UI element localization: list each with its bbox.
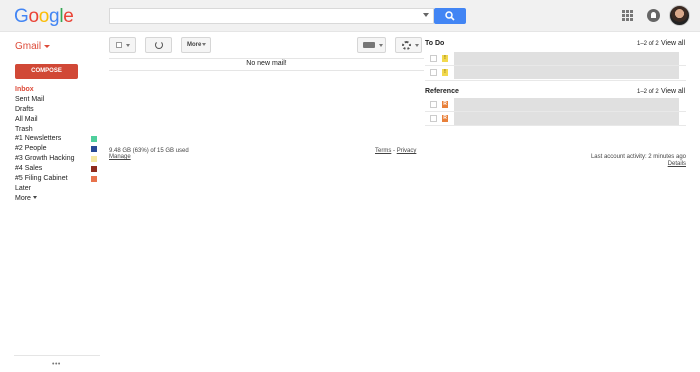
more-options-icon[interactable]: ••• bbox=[52, 361, 61, 368]
chevron-down-icon bbox=[44, 44, 51, 48]
sidebar-nav: Inbox Sent Mail Drafts All Mail Trash #1… bbox=[15, 85, 100, 204]
refresh-button[interactable] bbox=[145, 37, 172, 53]
label-color-swatch[interactable] bbox=[91, 156, 97, 163]
reference-marker-icon[interactable]: R bbox=[442, 101, 448, 108]
importance-marker-icon[interactable]: ! bbox=[442, 69, 448, 76]
apps-grid-icon[interactable] bbox=[622, 10, 633, 21]
sidebar-item-label: Later bbox=[15, 184, 31, 192]
checkbox-icon bbox=[116, 42, 122, 48]
gmail-label: Gmail bbox=[15, 41, 42, 52]
more-actions-button[interactable]: More bbox=[181, 37, 211, 53]
divider bbox=[14, 355, 100, 356]
sidebar-item-label: #5 Filing Cabinet bbox=[15, 175, 68, 183]
search-options-chevron-icon[interactable] bbox=[423, 13, 429, 17]
sidebar-item-newsletters[interactable]: #1 Newsletters bbox=[15, 134, 100, 144]
message-placeholder[interactable] bbox=[454, 52, 679, 65]
panel-count: 1–2 of 2 bbox=[637, 41, 659, 47]
view-all-link[interactable]: View all bbox=[661, 40, 685, 47]
sidebar-item-people[interactable]: #2 People bbox=[15, 144, 100, 154]
sidebar-item-sales[interactable]: #4 Sales bbox=[15, 164, 100, 174]
list-item[interactable]: R bbox=[425, 98, 686, 111]
sidebar-item-label: All Mail bbox=[15, 115, 38, 123]
top-bar: Google bbox=[0, 0, 700, 32]
sidebar-item-drafts[interactable]: Drafts bbox=[15, 105, 100, 115]
label-color-swatch[interactable] bbox=[91, 146, 97, 153]
last-activity-text: Last account activity: 2 minutes ago bbox=[590, 154, 686, 160]
sidebar-item-sent-mail[interactable]: Sent Mail bbox=[15, 95, 100, 105]
sidebar-item-all-mail[interactable]: All Mail bbox=[15, 115, 100, 125]
chevron-down-icon bbox=[415, 44, 419, 47]
refresh-icon bbox=[155, 41, 163, 49]
message-placeholder[interactable] bbox=[454, 66, 679, 79]
panel-title-todo: To Do bbox=[425, 40, 445, 47]
sidebar-item-label: #1 Newsletters bbox=[15, 135, 62, 143]
keyboard-icon bbox=[363, 42, 375, 48]
list-item[interactable]: ! bbox=[425, 52, 686, 65]
sidebar-item-label: Trash bbox=[15, 125, 33, 133]
label-color-swatch[interactable] bbox=[91, 136, 97, 143]
label-color-swatch[interactable] bbox=[91, 166, 97, 173]
sidebar-item-more[interactable]: More bbox=[15, 194, 100, 204]
chevron-down-icon bbox=[379, 44, 383, 47]
privacy-link[interactable]: Privacy bbox=[397, 148, 417, 154]
manage-storage-link[interactable]: Manage bbox=[109, 154, 131, 160]
importance-marker-icon[interactable]: ! bbox=[442, 55, 448, 62]
sidebar-item-growth-hacking[interactable]: #3 Growth Hacking bbox=[15, 154, 100, 164]
divider bbox=[109, 70, 424, 71]
sidebar-item-label: Inbox bbox=[15, 86, 34, 93]
sidebar-item-label: #4 Sales bbox=[15, 165, 43, 173]
checkbox[interactable] bbox=[430, 55, 437, 62]
checkbox[interactable] bbox=[430, 69, 437, 76]
checkbox[interactable] bbox=[430, 115, 437, 122]
label-color-swatch[interactable] bbox=[91, 176, 97, 183]
sidebar-item-label: Drafts bbox=[15, 105, 34, 113]
sidebar-item-later[interactable]: Later bbox=[15, 184, 100, 194]
sidebar-item-label: More bbox=[15, 194, 31, 202]
google-logo[interactable]: Google bbox=[14, 6, 74, 28]
input-tools-button[interactable] bbox=[357, 37, 386, 53]
gear-icon bbox=[402, 41, 411, 50]
sidebar-item-trash[interactable]: Trash bbox=[15, 125, 100, 135]
gmail-app-switcher[interactable]: Gmail bbox=[15, 41, 51, 52]
notifications-icon[interactable] bbox=[647, 9, 660, 22]
list-item[interactable]: ! bbox=[425, 66, 686, 79]
view-all-link[interactable]: View all bbox=[661, 88, 685, 95]
footer-links: Terms - Privacy bbox=[375, 148, 416, 154]
more-label: More bbox=[187, 42, 202, 48]
empty-inbox-message: No new mail! bbox=[246, 60, 287, 67]
sidebar-item-label: #3 Growth Hacking bbox=[15, 155, 75, 163]
sidebar-item-label: Sent Mail bbox=[15, 95, 45, 103]
divider bbox=[425, 80, 686, 81]
panel-title-reference: Reference bbox=[425, 88, 459, 95]
list-item[interactable]: R bbox=[425, 112, 686, 125]
chevron-down-icon bbox=[126, 44, 130, 47]
select-checkbox-button[interactable] bbox=[109, 37, 136, 53]
details-link[interactable]: Details bbox=[560, 161, 686, 167]
search-input[interactable] bbox=[109, 8, 434, 24]
sidebar-item-inbox[interactable]: Inbox bbox=[15, 85, 100, 95]
chevron-down-icon bbox=[32, 196, 37, 200]
chevron-down-icon bbox=[202, 42, 207, 46]
panel-count: 1–2 of 2 bbox=[637, 89, 659, 95]
settings-button[interactable] bbox=[395, 37, 422, 53]
search-icon bbox=[445, 11, 455, 21]
compose-button[interactable]: COMPOSE bbox=[15, 64, 78, 79]
reference-marker-icon[interactable]: R bbox=[442, 115, 448, 122]
sidebar-item-label: #2 People bbox=[15, 145, 47, 153]
terms-link[interactable]: Terms bbox=[375, 148, 391, 154]
search-button[interactable] bbox=[434, 8, 466, 24]
checkbox[interactable] bbox=[430, 101, 437, 108]
divider bbox=[425, 125, 686, 126]
divider bbox=[109, 58, 424, 59]
message-placeholder[interactable] bbox=[454, 112, 679, 125]
avatar[interactable] bbox=[669, 5, 690, 26]
message-placeholder[interactable] bbox=[454, 98, 679, 111]
sidebar-item-filing-cabinet[interactable]: #5 Filing Cabinet bbox=[15, 174, 100, 184]
